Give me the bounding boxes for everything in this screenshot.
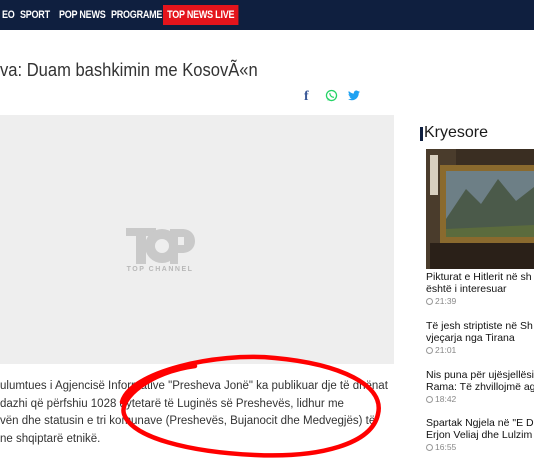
sidebar-title: Kryesore	[419, 124, 489, 141]
top-channel-logo-text: TOP CHANNEL	[126, 266, 194, 273]
article-body-line: ulumtues i Agjencisë Informative "Preshe…	[0, 380, 388, 392]
nav-item-video[interactable]: EO	[2, 0, 15, 30]
article-title: va: Duam bashkimin me KosovÃ«n	[0, 60, 258, 80]
nav-item-sport[interactable]: SPORT	[20, 0, 50, 30]
news-headline: Të jesh striptiste në Sh	[426, 320, 533, 332]
news-time: 21:01	[426, 345, 534, 355]
clock-icon	[426, 298, 433, 305]
whatsapp-icon	[325, 89, 338, 102]
news-headline: është i interesuar	[426, 283, 507, 295]
news-headline: Spartak Ngjela në "E Di	[426, 417, 534, 429]
facebook-share-icon[interactable]: f	[304, 89, 309, 105]
news-headline: Nis puna për ujësjellësi	[426, 369, 534, 381]
sidebar-news-item[interactable]: Pikturat e Hitlerit në sh është i intere…	[426, 271, 534, 306]
news-time: 21:39	[426, 296, 534, 306]
clock-icon	[426, 444, 433, 451]
twitter-share-icon[interactable]	[348, 89, 360, 104]
article-body-line: dazhi që përfshiu 1028 qytetarë të Lugin…	[0, 397, 344, 410]
sidebar-news-item[interactable]: Të jesh striptiste në Sh vjeçarja nga Ti…	[426, 320, 534, 355]
clock-icon	[426, 347, 433, 354]
news-headline: Erjon Veliaj dhe Lulzim	[426, 429, 533, 441]
whatsapp-share-icon[interactable]	[325, 89, 338, 105]
article-body-line: vën dhe statusin e tri komunave (Preshev…	[0, 415, 376, 427]
news-time-value: 16:55	[435, 442, 457, 452]
sidebar-featured-image[interactable]	[426, 149, 534, 269]
news-time: 18:42	[426, 394, 534, 404]
article-body: ulumtues i Agjencisë Informative "Preshe…	[0, 378, 394, 448]
nav-item-top-news-live[interactable]: TOP NEWS LIVE	[163, 5, 239, 25]
news-headline: vjeçarja nga Tirana	[426, 332, 515, 344]
news-time-value: 21:01	[435, 345, 457, 355]
sidebar-kryesore: Kryesore Pikturat e Hitlerit në sh është…	[419, 115, 534, 462]
sidebar-news-item[interactable]: Nis puna për ujësjellësi Rama: Të zhvill…	[426, 369, 534, 404]
nav-item-programe[interactable]: PROGRAME	[111, 0, 162, 30]
news-headline: Rama: Të zhvillojmë ag	[426, 381, 534, 393]
sidebar-news-item[interactable]: Spartak Ngjela në "E Di Erjon Veliaj dhe…	[426, 417, 534, 452]
top-navigation-bar: EO SPORT POP NEWS PROGRAME TOP NEWS LIVE	[0, 0, 534, 30]
nav-item-pop-news[interactable]: POP NEWS	[59, 0, 106, 30]
painting-photo-image	[426, 149, 534, 269]
twitter-bird-icon	[348, 90, 360, 101]
video-player[interactable]: TOP CHANNEL	[0, 115, 394, 364]
news-headline: Pikturat e Hitlerit në sh	[426, 271, 532, 283]
news-time-value: 21:39	[435, 296, 457, 306]
top-channel-logo	[126, 228, 195, 264]
article-body-line: ne shqiptarë etnikë.	[0, 432, 101, 445]
news-time-value: 18:42	[435, 394, 457, 404]
news-time: 16:55	[426, 442, 534, 452]
clock-icon	[426, 396, 433, 403]
